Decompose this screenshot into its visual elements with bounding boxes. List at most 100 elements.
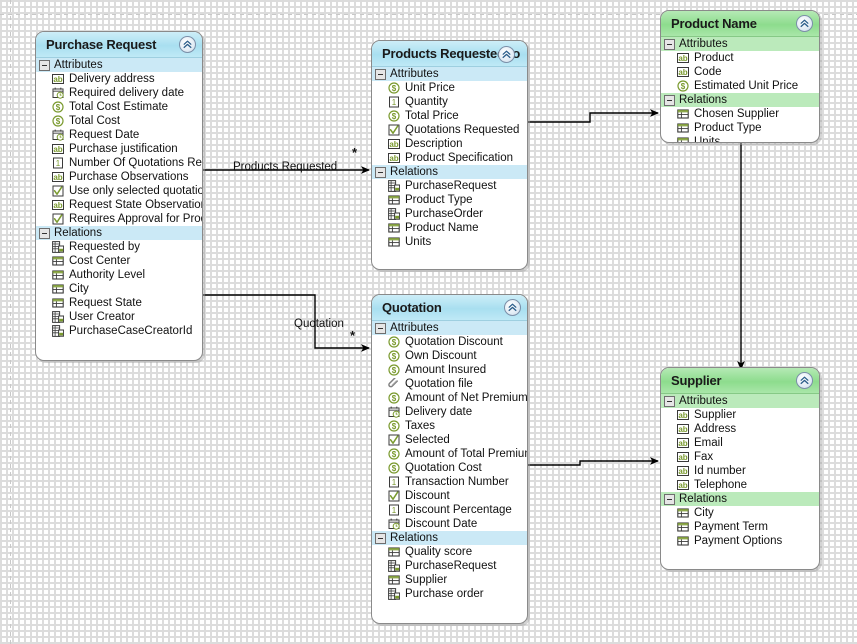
entity-row[interactable]: Quotation file <box>372 377 527 391</box>
entity-row[interactable]: $Quotation Discount <box>372 335 527 349</box>
entity-row[interactable]: Payment Term <box>661 520 819 534</box>
entity-row[interactable]: abId number <box>661 464 819 478</box>
entity-row[interactable]: $Estimated Unit Price <box>661 79 819 93</box>
entity-row[interactable]: Chosen Supplier <box>661 107 819 121</box>
collapse-minus-icon[interactable] <box>39 60 50 71</box>
section-header-attributes[interactable]: Attributes <box>372 321 527 335</box>
collapse-chevron-up-icon[interactable] <box>796 15 813 32</box>
collapse-chevron-up-icon[interactable] <box>796 372 813 389</box>
entity-row[interactable]: City <box>661 506 819 520</box>
entity-row[interactable]: City <box>36 282 202 296</box>
entity-row-label: Address <box>694 422 736 436</box>
entity-row[interactable]: $Own Discount <box>372 349 527 363</box>
entity-row[interactable]: Requires Approval for Products <box>36 212 202 226</box>
entity-quotation[interactable]: Quotation Attributes$Quotation Discount$… <box>371 294 528 624</box>
entity-row[interactable]: Requested by <box>36 240 202 254</box>
entity-row[interactable]: Use only selected quotations <box>36 184 202 198</box>
entity-row[interactable]: abProduct <box>661 51 819 65</box>
entity-row[interactable]: $Amount of Total Premium <box>372 447 527 461</box>
entity-row[interactable]: abCode <box>661 65 819 79</box>
collapse-minus-icon[interactable] <box>375 167 386 178</box>
entity-row[interactable]: 1Discount Percentage <box>372 503 527 517</box>
entity-row[interactable]: Product Type <box>661 121 819 135</box>
collapse-chevron-up-icon[interactable] <box>498 46 515 63</box>
entity-row[interactable]: Delivery date <box>372 405 527 419</box>
collapse-minus-icon[interactable] <box>664 39 675 50</box>
entity-row[interactable]: User Creator <box>36 310 202 324</box>
entity-row[interactable]: Payment Options <box>661 534 819 548</box>
entity-row[interactable]: Quotations Requested <box>372 123 527 137</box>
entity-row[interactable]: $Total Cost <box>36 114 202 128</box>
collapse-minus-icon[interactable] <box>39 228 50 239</box>
entity-row[interactable]: PurchaseOrder <box>372 207 527 221</box>
entity-row[interactable]: Authority Level <box>36 268 202 282</box>
entity-row[interactable]: Product Name <box>372 221 527 235</box>
entity-row[interactable]: Supplier <box>372 573 527 587</box>
entity-row[interactable]: abDelivery address <box>36 72 202 86</box>
section-header-relations[interactable]: Relations <box>661 492 819 506</box>
currency-icon: $ <box>52 101 64 113</box>
entity-row[interactable]: $Amount Insured <box>372 363 527 377</box>
collapse-chevron-up-icon[interactable] <box>179 36 196 53</box>
entity-row[interactable]: $Amount of Net Premium <box>372 391 527 405</box>
entity-row[interactable]: PurchaseCaseCreatorId <box>36 324 202 338</box>
entity-row[interactable]: 1Transaction Number <box>372 475 527 489</box>
section-header-relations[interactable]: Relations <box>372 531 527 545</box>
collapse-minus-icon[interactable] <box>375 323 386 334</box>
entity-row[interactable]: $Total Cost Estimate <box>36 100 202 114</box>
entity-row[interactable]: Discount <box>372 489 527 503</box>
entity-row[interactable]: Units <box>661 135 819 143</box>
entity-row[interactable]: 1Number Of Quotations Required <box>36 156 202 170</box>
section-label: Relations <box>54 227 102 239</box>
entity-row[interactable]: abAddress <box>661 422 819 436</box>
collapse-minus-icon[interactable] <box>664 494 675 505</box>
entity-row[interactable]: Product Type <box>372 193 527 207</box>
section-header-relations[interactable]: Relations <box>372 165 527 179</box>
text-ab-icon: ab <box>52 199 64 211</box>
entity-row[interactable]: PurchaseRequest <box>372 179 527 193</box>
collapse-minus-icon[interactable] <box>375 533 386 544</box>
entity-row[interactable]: Purchase order <box>372 587 527 601</box>
collapse-chevron-up-icon[interactable] <box>504 299 521 316</box>
entity-row[interactable]: abTelephone <box>661 478 819 492</box>
entity-row[interactable]: abPurchase Observations <box>36 170 202 184</box>
section-header-attributes[interactable]: Attributes <box>372 67 527 81</box>
collapse-minus-icon[interactable] <box>664 396 675 407</box>
entity-row[interactable]: abFax <box>661 450 819 464</box>
entity-supplier[interactable]: Supplier AttributesabSupplierabAddressab… <box>660 367 820 570</box>
entity-row[interactable]: $Total Price <box>372 109 527 123</box>
entity-row[interactable]: $Taxes <box>372 419 527 433</box>
section-header-attributes[interactable]: Attributes <box>661 394 819 408</box>
section-header-attributes[interactable]: Attributes <box>36 58 202 72</box>
entity-row-label: Description <box>405 137 463 151</box>
entity-row[interactable]: Units <box>372 235 527 249</box>
collapse-minus-icon[interactable] <box>375 69 386 80</box>
entity-purchase-request[interactable]: Purchase Request AttributesabDelivery ad… <box>35 31 203 361</box>
entity-row[interactable]: Quality score <box>372 545 527 559</box>
entity-row[interactable]: Request Date <box>36 128 202 142</box>
entity-row[interactable]: Discount Date <box>372 517 527 531</box>
entity-row[interactable]: abEmail <box>661 436 819 450</box>
entity-row[interactable]: Cost Center <box>36 254 202 268</box>
section-header-relations[interactable]: Relations <box>661 93 819 107</box>
entity-row[interactable]: abPurchase justification <box>36 142 202 156</box>
entity-row[interactable]: $Quotation Cost <box>372 461 527 475</box>
collapse-minus-icon[interactable] <box>664 95 675 106</box>
entity-row[interactable]: Required delivery date <box>36 86 202 100</box>
entity-row[interactable]: abSupplier <box>661 408 819 422</box>
entity-row[interactable]: abProduct Specification <box>372 151 527 165</box>
entity-title-bar: Products Requested for Pr <box>372 41 527 67</box>
section-header-relations[interactable]: Relations <box>36 226 202 240</box>
entity-row[interactable]: abDescription <box>372 137 527 151</box>
diagram-canvas[interactable]: Products Requested * Quotation * Purchas… <box>0 0 857 644</box>
table-icon <box>52 297 64 309</box>
entity-row[interactable]: abRequest State Observation <box>36 198 202 212</box>
entity-row[interactable]: Selected <box>372 433 527 447</box>
entity-product-name[interactable]: Product Name AttributesabProductabCode$E… <box>660 10 820 143</box>
entity-row[interactable]: $Unit Price <box>372 81 527 95</box>
entity-row[interactable]: PurchaseRequest <box>372 559 527 573</box>
section-header-attributes[interactable]: Attributes <box>661 37 819 51</box>
entity-products-requested-for[interactable]: Products Requested for Pr Attributes$Uni… <box>371 40 528 270</box>
entity-row[interactable]: Request State <box>36 296 202 310</box>
entity-row[interactable]: 1Quantity <box>372 95 527 109</box>
